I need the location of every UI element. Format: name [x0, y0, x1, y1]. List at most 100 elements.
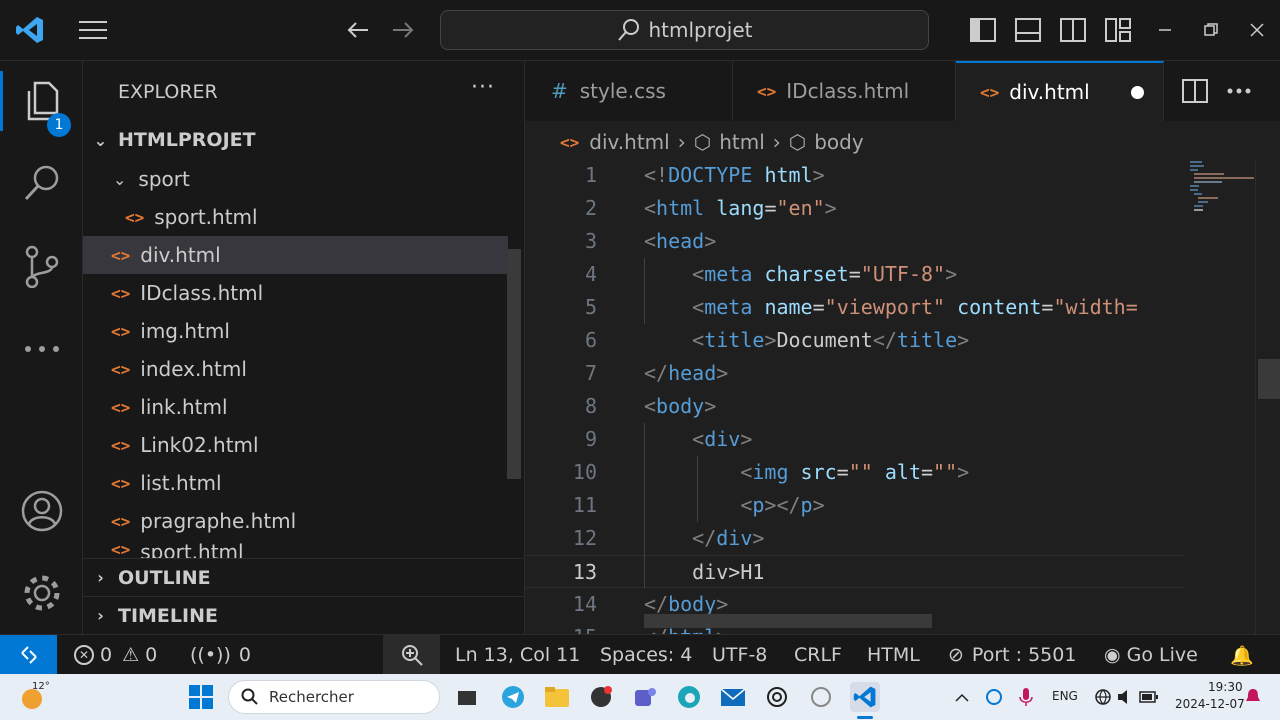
- vscode-logo-icon[interactable]: [12, 12, 48, 48]
- search-view-icon[interactable]: [0, 153, 83, 213]
- active-app-indicator: [857, 716, 873, 719]
- battery-icon[interactable]: [1134, 682, 1164, 712]
- tab-idclass-html[interactable]: <> IDclass.html: [733, 61, 956, 121]
- file-idclass[interactable]: <> IDclass.html: [83, 274, 508, 312]
- toggle-panel-icon[interactable]: [1010, 12, 1046, 48]
- language-indicator[interactable]: ENG: [1052, 689, 1078, 703]
- html-file-icon: <>: [111, 473, 131, 493]
- editor-tabs: # style.css <> IDclass.html <> div.html: [525, 61, 1280, 121]
- notifications-bell-icon[interactable]: 🔔: [1230, 635, 1254, 675]
- line-number: 13: [572, 560, 597, 584]
- cursor-position[interactable]: Ln 13, Col 11: [455, 635, 580, 675]
- task-view-icon[interactable]: [452, 682, 482, 712]
- line-number: 9: [584, 427, 597, 451]
- ports-indicator[interactable]: ((•)) 0: [190, 635, 251, 675]
- forward-arrow-icon[interactable]: [385, 12, 421, 48]
- warning-count: 0: [145, 644, 158, 666]
- account-icon[interactable]: [0, 481, 83, 541]
- zoom-indicator[interactable]: [383, 635, 440, 675]
- notification-bell-icon[interactable]: [1238, 682, 1268, 712]
- live-server-port[interactable]: ⊘ Port : 5501: [948, 635, 1076, 675]
- chevron-up-icon[interactable]: [947, 682, 977, 712]
- explorer-scrollbar[interactable]: [507, 249, 521, 479]
- restore-icon[interactable]: [1193, 12, 1229, 48]
- command-center-search[interactable]: htmlprojet: [440, 10, 929, 50]
- chevron-right-icon: ›: [97, 568, 104, 587]
- line-number: 7: [584, 361, 597, 385]
- indentation[interactable]: Spaces: 4: [600, 635, 692, 675]
- microphone-icon[interactable]: [1011, 682, 1041, 712]
- weather-temp: 12°: [32, 681, 50, 692]
- edge-icon[interactable]: [674, 682, 704, 712]
- minimize-icon[interactable]: [1147, 12, 1183, 48]
- remote-indicator-icon[interactable]: [0, 635, 57, 675]
- end-of-line[interactable]: CRLF: [794, 635, 842, 675]
- split-editor-icon[interactable]: [1177, 73, 1213, 109]
- app-icon[interactable]: [586, 682, 616, 712]
- source-control-icon[interactable]: [0, 236, 83, 296]
- file-list[interactable]: <> list.html: [83, 464, 508, 502]
- code-editor[interactable]: <> div.html › ⬡ html › ⬡ body 1 <!DOCTYPE…: [525, 121, 1280, 634]
- explorer-icon[interactable]: 1: [0, 71, 83, 137]
- back-arrow-icon[interactable]: [340, 12, 376, 48]
- breadcrumb-body[interactable]: body: [814, 130, 863, 154]
- clock-date[interactable]: 2024-12-07: [1175, 697, 1245, 711]
- activity-bar: 1: [0, 61, 83, 634]
- settings-gear-icon[interactable]: [0, 563, 83, 623]
- menu-icon[interactable]: [75, 12, 111, 48]
- toggle-primary-sidebar-icon[interactable]: [965, 12, 1001, 48]
- go-live-button[interactable]: ◉ Go Live: [1104, 635, 1198, 675]
- app-circle-icon[interactable]: [806, 682, 836, 712]
- tab-label: style.css: [579, 79, 666, 103]
- minimap[interactable]: [1185, 159, 1257, 219]
- breadcrumb-html[interactable]: html: [719, 130, 765, 154]
- file-sport-in-folder[interactable]: <> sport.html: [83, 198, 508, 236]
- mail-icon[interactable]: [718, 682, 748, 712]
- file-img[interactable]: <> img.html: [83, 312, 508, 350]
- windows-start-icon[interactable]: [186, 682, 216, 712]
- file-div[interactable]: <> div.html: [83, 236, 508, 274]
- project-root-header[interactable]: ⌄ HTMLPROJET: [83, 121, 525, 159]
- breadcrumb-file[interactable]: div.html: [589, 130, 669, 154]
- status-bar: ✕ 0 ⚠ 0 ((•)) 0 Ln 13, Col 11 Spaces: 4 …: [0, 634, 1280, 675]
- unsaved-dot-icon[interactable]: [1131, 86, 1144, 99]
- vscode-taskbar-icon[interactable]: [850, 682, 880, 712]
- editor-more-icon[interactable]: [1221, 73, 1257, 109]
- telegram-icon[interactable]: [498, 682, 528, 712]
- file-explorer-icon[interactable]: [542, 682, 572, 712]
- language-mode[interactable]: HTML: [867, 635, 920, 675]
- file-sport[interactable]: <> sport.html: [83, 540, 508, 558]
- tab-div-html[interactable]: <> div.html: [956, 61, 1164, 121]
- broadcast-icon: ((•)): [190, 644, 231, 666]
- outline-header[interactable]: › OUTLINE: [83, 558, 525, 596]
- scrollbar-thumb[interactable]: [1258, 359, 1280, 399]
- more-views-icon[interactable]: [0, 319, 83, 379]
- code-lines[interactable]: 1 <!DOCTYPE html> 2 <html lang="en"> 3 <hea…: [525, 159, 1185, 634]
- problems-indicator[interactable]: ✕ 0 ⚠ 0: [74, 635, 157, 675]
- chatgpt-icon[interactable]: [762, 682, 792, 712]
- file-label: IDclass.html: [140, 281, 264, 305]
- customize-layout-icon[interactable]: [1100, 12, 1136, 48]
- port-label: Port : 5501: [971, 644, 1077, 666]
- close-window-icon[interactable]: [1239, 12, 1275, 48]
- editor-scrollbar[interactable]: [1255, 159, 1280, 634]
- teams-icon[interactable]: [630, 682, 660, 712]
- taskbar-search[interactable]: Rechercher: [228, 680, 440, 714]
- code-line: 1 <!DOCTYPE html>: [525, 159, 1185, 192]
- file-link02[interactable]: <> Link02.html: [83, 426, 508, 464]
- folder-sport[interactable]: ⌄ sport: [83, 160, 508, 198]
- explorer-more-icon[interactable]: ···: [471, 75, 495, 100]
- toggle-secondary-sidebar-icon[interactable]: [1055, 12, 1091, 48]
- tab-label: IDclass.html: [786, 79, 910, 103]
- tab-style-css[interactable]: # style.css: [525, 61, 733, 121]
- file-link[interactable]: <> link.html: [83, 388, 508, 426]
- sync-icon[interactable]: [979, 682, 1009, 712]
- file-pragraphe[interactable]: <> pragraphe.html: [83, 502, 508, 540]
- html-file-icon: <>: [125, 207, 145, 227]
- timeline-header[interactable]: › TIMELINE: [83, 596, 525, 634]
- timeline-label: TIMELINE: [118, 604, 218, 627]
- encoding[interactable]: UTF-8: [712, 635, 767, 675]
- line-text: <meta name="viewport" content="width=: [692, 295, 1138, 319]
- file-index[interactable]: <> index.html: [83, 350, 508, 388]
- horizontal-scrollbar[interactable]: [644, 614, 932, 628]
